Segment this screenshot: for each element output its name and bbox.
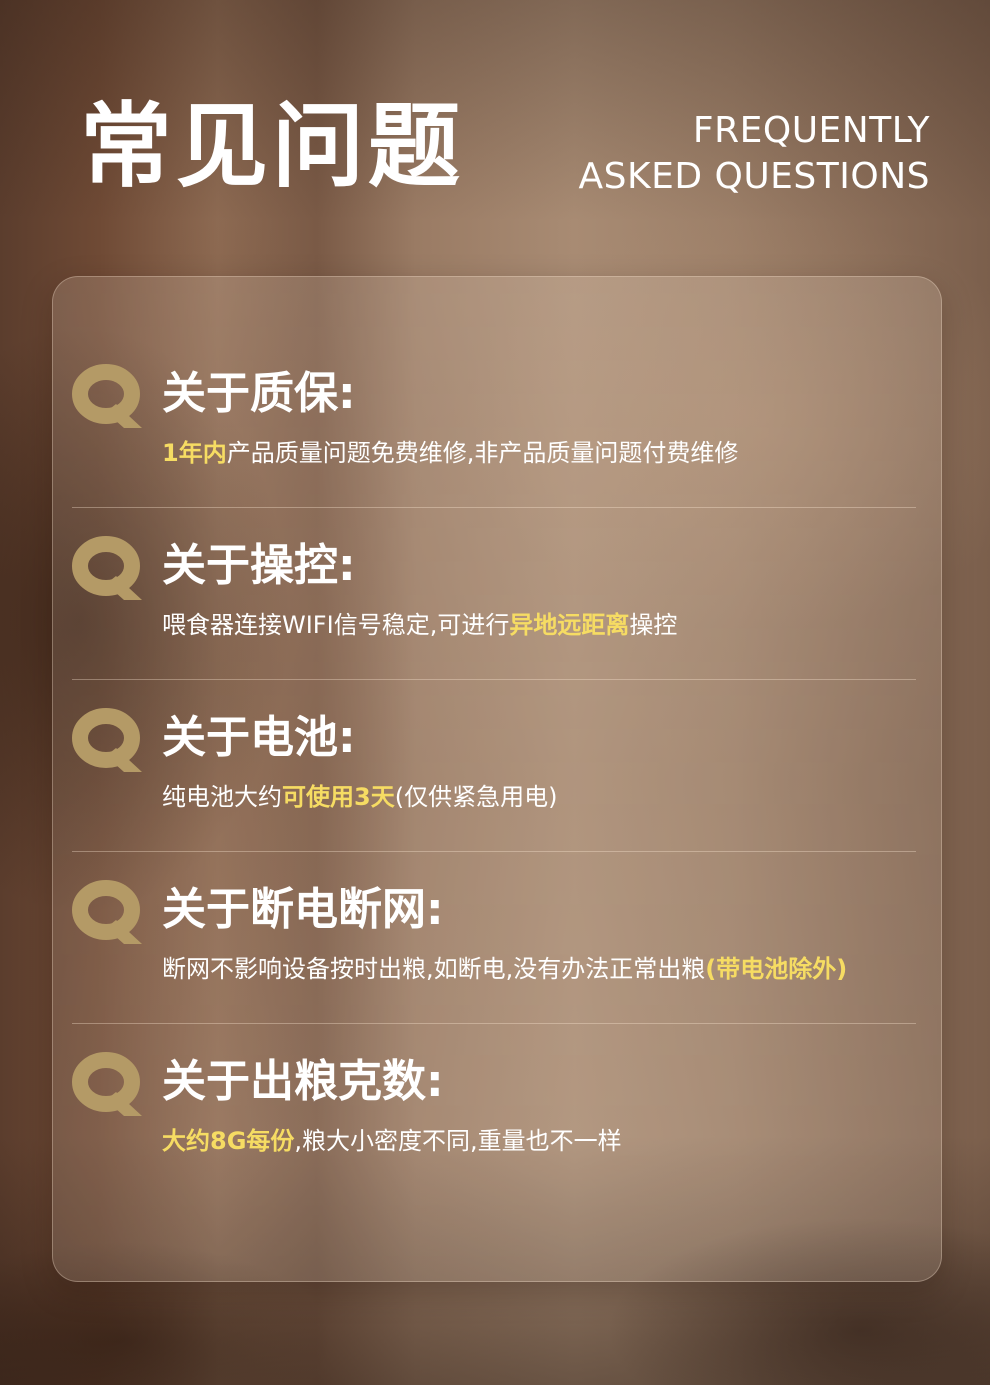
answer-text: 产品质量问题免费维修,非产品质量问题付费维修 [226,439,739,467]
faq-item-control: 关于操控: 喂食器连接WIFI信号稳定,可进行异地远距离操控 [72,510,916,680]
answer-text: 操控 [629,611,678,639]
answer-highlight: 异地远距离 [509,611,630,639]
faq-answer: 喂食器连接WIFI信号稳定,可进行异地远距离操控 [162,608,677,642]
divider [72,679,916,680]
answer-highlight: 大约8G每份 [162,1127,295,1155]
faq-question: 关于电池: [162,712,356,763]
answer-highlight: 可使用3天 [282,783,395,811]
answer-highlight: (带电池除外) [705,955,848,983]
q-letter-icon [72,1052,142,1116]
faq-item-warranty: 关于质保: 1年内产品质量问题免费维修,非产品质量问题付费维修 [72,338,916,508]
faq-question: 关于质保: [162,368,356,419]
answer-text: 喂食器连接WIFI信号稳定,可进行 [162,611,510,639]
faq-answer: 断网不影响设备按时出粮,如断电,没有办法正常出粮(带电池除外) [162,952,847,986]
divider [72,1023,916,1024]
subtitle-line-1: FREQUENTLY [692,110,930,151]
divider [72,507,916,508]
answer-text: ,粮大小密度不同,重量也不一样 [294,1127,622,1155]
q-letter-icon [72,536,142,600]
page-title: 常见问题 [80,93,465,200]
faq-item-power-outage: 关于断电断网: 断网不影响设备按时出粮,如断电,没有办法正常出粮(带电池除外) [72,854,916,1024]
answer-text: 断网不影响设备按时出粮,如断电,没有办法正常出粮 [162,955,706,983]
faq-item-battery: 关于电池: 纯电池大约可使用3天(仅供紧急用电) [72,682,916,852]
page-subtitle: FREQUENTLY ASKED QUESTIONS [578,108,930,200]
faq-question: 关于断电断网: [162,884,444,935]
faq-answer: 纯电池大约可使用3天(仅供紧急用电) [162,780,557,814]
q-letter-icon [72,364,142,428]
q-letter-icon [72,880,142,944]
faq-item-portion-weight: 关于出粮克数: 大约8G每份,粮大小密度不同,重量也不一样 [72,1026,916,1196]
answer-highlight: 1年内 [162,439,227,467]
faq-question: 关于操控: [162,540,356,591]
answer-text: (仅供紧急用电) [394,783,558,811]
faq-answer: 大约8G每份,粮大小密度不同,重量也不一样 [162,1124,622,1158]
q-letter-icon [72,708,142,772]
divider [72,851,916,852]
subtitle-line-2: ASKED QUESTIONS [578,156,930,197]
answer-text: 纯电池大约 [162,783,282,811]
faq-question: 关于出粮克数: [162,1056,444,1107]
faq-answer: 1年内产品质量问题免费维修,非产品质量问题付费维修 [162,436,738,470]
